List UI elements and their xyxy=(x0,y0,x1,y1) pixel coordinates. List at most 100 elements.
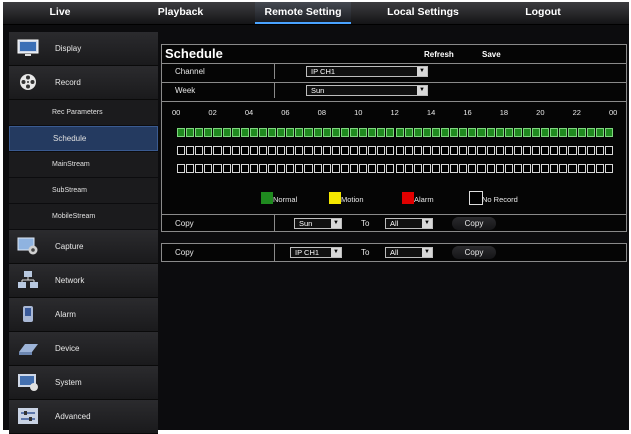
schedule-cell[interactable] xyxy=(258,164,268,173)
schedule-cell[interactable] xyxy=(404,164,413,173)
schedule-cell[interactable] xyxy=(559,164,568,173)
schedule-cell[interactable] xyxy=(340,128,349,137)
schedule-cell[interactable] xyxy=(277,128,286,137)
schedule-row-blank[interactable] xyxy=(177,146,614,156)
schedule-cell[interactable] xyxy=(504,128,513,137)
schedule-cell[interactable] xyxy=(177,146,186,155)
schedule-cell[interactable] xyxy=(195,164,204,173)
schedule-cell[interactable] xyxy=(268,128,277,137)
schedule-cell[interactable] xyxy=(604,128,613,137)
schedule-cell[interactable] xyxy=(522,146,532,155)
schedule-cell[interactable] xyxy=(477,128,486,137)
schedule-cell[interactable] xyxy=(522,164,532,173)
schedule-cell[interactable] xyxy=(204,128,213,137)
schedule-cell[interactable] xyxy=(404,146,413,155)
schedule-cell[interactable] xyxy=(495,164,504,173)
schedule-cell[interactable] xyxy=(186,164,195,173)
schedule-cell[interactable] xyxy=(486,146,495,155)
sidebar-item-record[interactable]: Record xyxy=(9,66,158,100)
schedule-cell[interactable] xyxy=(186,128,195,137)
sidebar-sub-mainstream[interactable]: MainStream xyxy=(9,152,158,177)
schedule-cell[interactable] xyxy=(295,128,304,137)
schedule-cell[interactable] xyxy=(359,128,368,137)
schedule-cell[interactable] xyxy=(231,164,240,173)
schedule-cell[interactable] xyxy=(277,146,286,155)
schedule-cell[interactable] xyxy=(541,128,550,137)
schedule-cell[interactable] xyxy=(459,164,468,173)
schedule-cell[interactable] xyxy=(459,146,468,155)
tab-live[interactable]: Live xyxy=(30,2,90,24)
schedule-cell[interactable] xyxy=(258,128,268,137)
schedule-cell[interactable] xyxy=(495,146,504,155)
schedule-cell[interactable] xyxy=(195,128,204,137)
schedule-cell[interactable] xyxy=(568,146,577,155)
schedule-row-blank[interactable] xyxy=(177,164,614,174)
schedule-cell[interactable] xyxy=(477,164,486,173)
tab-local-settings[interactable]: Local Settings xyxy=(378,2,468,24)
schedule-cell[interactable] xyxy=(577,164,586,173)
schedule-cell[interactable] xyxy=(204,146,213,155)
schedule-cell[interactable] xyxy=(359,146,368,155)
schedule-cell[interactable] xyxy=(377,128,386,137)
schedule-cell[interactable] xyxy=(431,164,440,173)
schedule-cell[interactable] xyxy=(504,164,513,173)
schedule-cell[interactable] xyxy=(349,164,359,173)
schedule-cell[interactable] xyxy=(395,128,404,137)
schedule-cell[interactable] xyxy=(431,146,440,155)
tab-remote-setting[interactable]: Remote Setting xyxy=(255,2,351,24)
schedule-cell[interactable] xyxy=(277,164,286,173)
sidebar-item-capture[interactable]: Capture xyxy=(9,230,158,264)
schedule-cell[interactable] xyxy=(595,164,604,173)
schedule-cell[interactable] xyxy=(532,146,541,155)
schedule-cell[interactable] xyxy=(268,164,277,173)
schedule-cell[interactable] xyxy=(304,164,313,173)
schedule-cell[interactable] xyxy=(377,146,386,155)
tab-playback[interactable]: Playback xyxy=(143,2,218,24)
schedule-cell[interactable] xyxy=(222,146,231,155)
schedule-cell[interactable] xyxy=(422,164,431,173)
schedule-cell[interactable] xyxy=(331,146,340,155)
sidebar-item-advanced[interactable]: Advanced xyxy=(9,400,158,434)
schedule-cell[interactable] xyxy=(295,146,304,155)
schedule-cell[interactable] xyxy=(231,146,240,155)
schedule-cell[interactable] xyxy=(240,164,249,173)
week-select[interactable]: Sun ▼ xyxy=(306,85,428,96)
schedule-cell[interactable] xyxy=(413,164,422,173)
refresh-button[interactable]: Refresh xyxy=(424,50,454,59)
schedule-cell[interactable] xyxy=(304,128,313,137)
schedule-cell[interactable] xyxy=(349,146,359,155)
schedule-cell[interactable] xyxy=(450,164,459,173)
schedule-cell[interactable] xyxy=(568,164,577,173)
sidebar-item-system[interactable]: System xyxy=(9,366,158,400)
schedule-cell[interactable] xyxy=(286,146,295,155)
sidebar-item-device[interactable]: Device xyxy=(9,332,158,366)
schedule-cell[interactable] xyxy=(595,128,604,137)
schedule-cell[interactable] xyxy=(413,146,422,155)
schedule-cell[interactable] xyxy=(249,146,258,155)
schedule-cell[interactable] xyxy=(386,164,395,173)
schedule-cell[interactable] xyxy=(468,128,477,137)
schedule-cell[interactable] xyxy=(595,146,604,155)
schedule-cell[interactable] xyxy=(222,164,231,173)
schedule-cell[interactable] xyxy=(331,128,340,137)
schedule-cell[interactable] xyxy=(550,146,559,155)
schedule-cell[interactable] xyxy=(577,128,586,137)
schedule-cell[interactable] xyxy=(541,146,550,155)
schedule-cell[interactable] xyxy=(349,128,359,137)
schedule-cell[interactable] xyxy=(340,164,349,173)
schedule-cell[interactable] xyxy=(249,164,258,173)
schedule-cell[interactable] xyxy=(268,146,277,155)
schedule-cell[interactable] xyxy=(177,164,186,173)
schedule-cell[interactable] xyxy=(222,128,231,137)
schedule-cell[interactable] xyxy=(550,128,559,137)
copy-day-button[interactable]: Copy xyxy=(452,217,496,230)
schedule-cell[interactable] xyxy=(295,164,304,173)
schedule-cell[interactable] xyxy=(313,146,322,155)
schedule-cell[interactable] xyxy=(422,128,431,137)
schedule-cell[interactable] xyxy=(441,146,450,155)
schedule-cell[interactable] xyxy=(322,128,331,137)
schedule-cell[interactable] xyxy=(459,128,468,137)
schedule-cell[interactable] xyxy=(586,164,595,173)
schedule-cell[interactable] xyxy=(513,164,522,173)
schedule-cell[interactable] xyxy=(322,146,331,155)
